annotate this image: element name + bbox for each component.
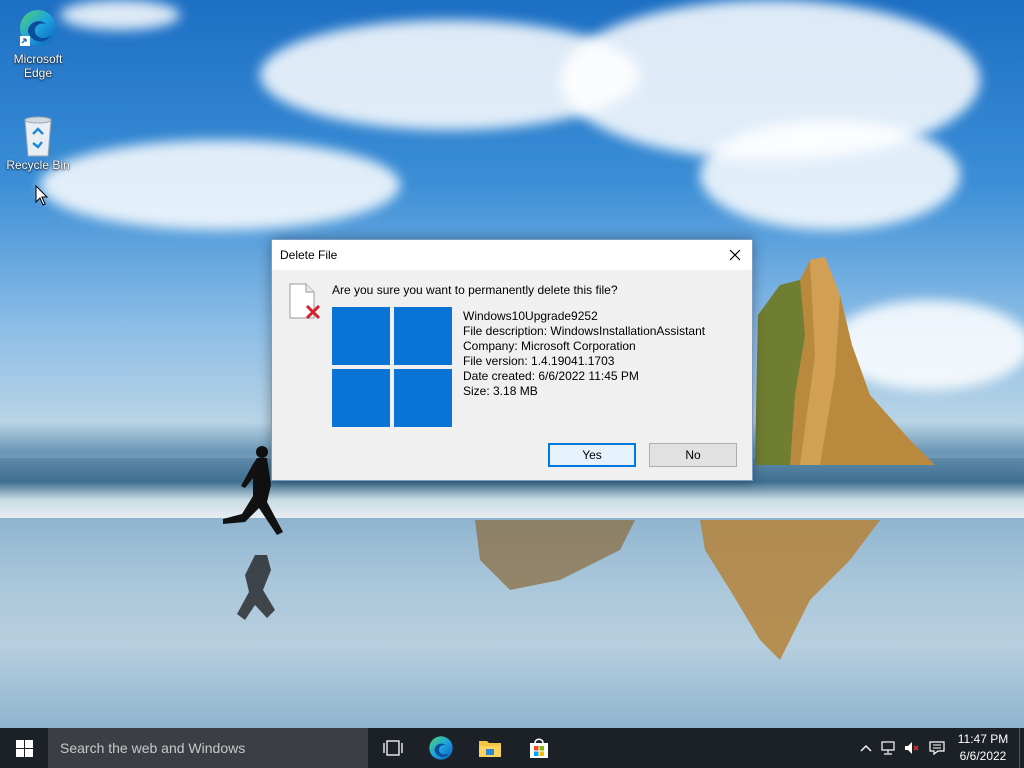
desktop-icon-label: Microsoft [13,52,63,66]
show-desktop-button[interactable] [1019,728,1024,768]
confirm-question: Are you sure you want to permanently del… [332,283,618,297]
desktop-icon-label: Edge [23,66,53,80]
delete-file-icon [289,283,321,320]
yes-button[interactable]: Yes [548,443,636,467]
clock-date: 6/6/2022 [959,749,1007,763]
file-date-created: Date created: 6/6/2022 11:45 PM [463,369,639,383]
taskbar-store-button[interactable] [516,728,562,768]
volume-muted-icon[interactable] [904,740,920,756]
edge-icon [429,736,453,760]
file-details: Windows10Upgrade9252 File description: W… [463,309,705,399]
windows-start-icon [15,739,33,757]
taskbar-clock[interactable]: 11:47 PM 6/6/2022 [948,731,1018,765]
desktop-icon-recycle-bin[interactable]: Recycle Bin [0,114,76,172]
desktop-icon-microsoft-edge[interactable]: Microsoft Edge [0,8,76,80]
dialog-title: Delete File [280,248,338,262]
search-input[interactable]: Search the web and Windows [48,728,368,768]
store-icon [530,738,548,758]
task-view-button[interactable] [370,728,416,768]
delete-file-dialog: Delete File Are you sure you want to per… [271,239,753,481]
rock-reflection [700,520,880,660]
edge-icon [18,8,58,48]
desktop-icon-label: Recycle Bin [6,158,70,172]
network-icon[interactable] [880,740,896,756]
start-button[interactable] [0,728,48,768]
chevron-up-icon[interactable] [858,740,874,756]
cloud [40,140,400,230]
file-explorer-icon [479,741,501,757]
windows-logo-icon [332,307,452,427]
taskbar: Search the web and Windows 11:47 PM 6/6/… [0,728,1024,768]
file-description: File description: WindowsInstallationAss… [463,324,706,338]
mouse-cursor-icon [35,185,49,206]
taskbar-file-explorer-button[interactable] [466,728,514,768]
file-company: Company: Microsoft Corporation [463,339,636,353]
cloud [60,0,180,30]
file-name: Windows10Upgrade9252 [463,309,598,323]
file-size: Size: 3.18 MB [463,384,538,398]
clock-time: 11:47 PM [957,732,1009,746]
no-button[interactable]: No [649,443,737,467]
dialog-titlebar[interactable]: Delete File [272,240,752,270]
close-icon [729,249,741,261]
recycle-bin-icon [18,114,58,157]
rock-reflection-left [475,520,635,590]
task-view-icon [383,740,403,756]
taskbar-edge-button[interactable] [418,728,464,768]
action-center-icon[interactable] [929,740,945,756]
rock-formation [755,257,935,465]
cloud [700,120,960,230]
close-button[interactable] [718,240,752,270]
file-version: File version: 1.4.19041.1703 [463,354,615,368]
